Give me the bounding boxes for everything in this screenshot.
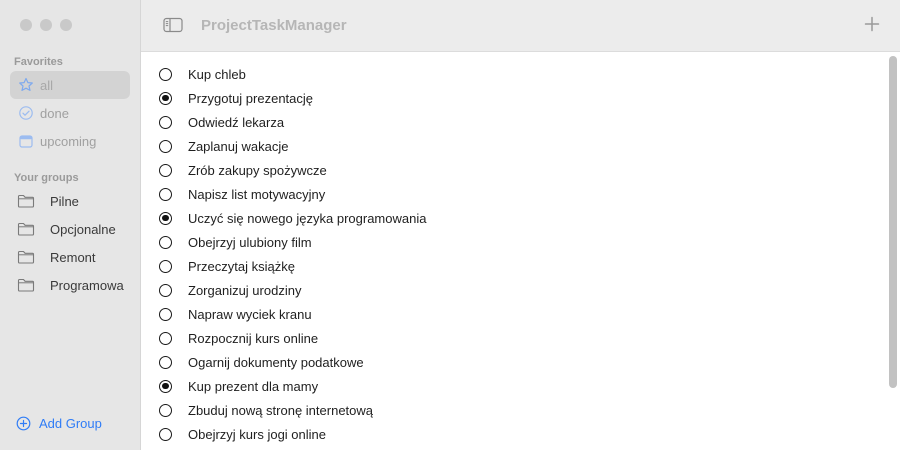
task-radio[interactable]	[159, 427, 172, 441]
task-label: Ogarnij dokumenty podatkowe	[188, 354, 364, 370]
vertical-scrollbar[interactable]	[889, 56, 897, 388]
toolbar: ProjectTaskManager	[141, 0, 900, 52]
plus-icon	[864, 16, 880, 32]
sidebar-item-upcoming[interactable]: upcoming	[10, 127, 130, 155]
task-label: Obejrzyj kurs jogi online	[188, 426, 327, 442]
task-radio[interactable]	[159, 67, 172, 81]
task-radio[interactable]	[159, 331, 172, 345]
favorites-title: Favorites	[14, 56, 63, 68]
task-label: Kup chleb	[188, 66, 246, 82]
task-row[interactable]: Zorganizuj urodziny	[159, 280, 301, 300]
task-row[interactable]: Uczyć się nowego języka programowania	[159, 208, 426, 228]
sidebar-item-all[interactable]: all	[10, 71, 130, 99]
calendar-icon	[18, 133, 34, 149]
task-radio[interactable]	[159, 211, 172, 225]
task-label: Napisz list motywacyjny	[188, 186, 326, 202]
app-window: Favorites all done upcoming Your groups	[0, 0, 900, 450]
task-row[interactable]: Kup prezent dla mamy	[159, 376, 318, 396]
task-radio[interactable]	[159, 307, 172, 321]
task-row[interactable]: Kup chleb	[159, 64, 246, 84]
sidebar-group-pilne[interactable]: Pilne	[10, 187, 135, 215]
task-radio[interactable]	[159, 115, 172, 129]
task-row[interactable]: Obejrzyj kurs jogi online	[159, 424, 326, 444]
task-label: Zaplanuj wakacje	[188, 138, 289, 154]
sidebar-group-opcjonalne[interactable]: Opcjonalne	[10, 215, 135, 243]
task-radio[interactable]	[159, 139, 172, 153]
task-radio[interactable]	[159, 187, 172, 201]
task-radio[interactable]	[159, 259, 172, 273]
sidebar-item-label: all	[40, 77, 54, 93]
task-label: Przeczytaj książkę	[188, 258, 295, 274]
task-label: Napraw wyciek kranu	[188, 306, 312, 322]
task-label: Kup prezent dla mamy	[188, 378, 319, 394]
task-radio[interactable]	[159, 163, 172, 177]
group-label: Opcjonalne	[50, 221, 116, 237]
task-label: Zorganizuj urodziny	[188, 282, 302, 298]
page-title: ProjectTaskManager	[201, 17, 347, 34]
task-radio[interactable]	[159, 91, 172, 105]
group-label: Pilne	[50, 193, 79, 209]
task-row[interactable]: Zrób zakupy spożywcze	[159, 160, 327, 180]
task-label: Uczyć się nowego języka programowania	[188, 210, 427, 226]
task-label: Rozpocznij kurs online	[188, 330, 319, 346]
folder-icon	[17, 222, 35, 236]
task-row[interactable]: Napisz list motywacyjny	[159, 184, 325, 204]
task-row[interactable]: Odwiedź lekarza	[159, 112, 284, 132]
task-radio[interactable]	[159, 403, 172, 417]
sidebar-group-programowa[interactable]: Programowa	[10, 271, 135, 299]
add-group-button[interactable]: Add Group	[16, 416, 102, 431]
zoom-window-button[interactable]	[60, 19, 72, 31]
task-label: Obejrzyj ulubiony film	[188, 234, 312, 250]
task-row[interactable]: Napraw wyciek kranu	[159, 304, 312, 324]
folder-icon	[17, 278, 35, 292]
sidebar-toggle-icon[interactable]	[163, 17, 183, 33]
folder-icon	[17, 250, 35, 264]
task-list: Kup chleb Przygotuj prezentację Odwiedź …	[141, 52, 900, 450]
add-task-button[interactable]	[864, 16, 880, 32]
folder-icon	[17, 194, 35, 208]
task-label: Przygotuj prezentację	[188, 90, 314, 106]
task-row[interactable]: Zaplanuj wakacje	[159, 136, 288, 156]
task-radio[interactable]	[159, 379, 172, 393]
group-label: Remont	[50, 249, 96, 265]
task-label: Odwiedź lekarza	[188, 114, 285, 130]
task-row[interactable]: Ogarnij dokumenty podatkowe	[159, 352, 364, 372]
task-radio[interactable]	[159, 355, 172, 369]
sidebar-group-remont[interactable]: Remont	[10, 243, 135, 271]
checkmark-circle-icon	[18, 105, 34, 121]
close-window-button[interactable]	[20, 19, 32, 31]
task-label: Zbuduj nową stronę internetową	[188, 402, 374, 418]
groups-title: Your groups	[14, 172, 79, 184]
sidebar: Favorites all done upcoming Your groups	[0, 0, 141, 450]
group-label: Programowa	[50, 277, 124, 293]
task-row[interactable]: Zbuduj nową stronę internetową	[159, 400, 373, 420]
task-radio[interactable]	[159, 235, 172, 249]
task-row[interactable]: Rozpocznij kurs online	[159, 328, 318, 348]
task-row[interactable]: Przygotuj prezentację	[159, 88, 313, 108]
sidebar-item-label: upcoming	[40, 133, 97, 149]
star-icon	[18, 77, 34, 93]
plus-circle-icon	[16, 416, 31, 431]
window-controls	[20, 19, 72, 31]
task-radio[interactable]	[159, 283, 172, 297]
sidebar-item-done[interactable]: done	[10, 99, 130, 127]
task-row[interactable]: Przeczytaj książkę	[159, 256, 295, 276]
add-group-label: Add Group	[39, 416, 102, 431]
task-row[interactable]: Obejrzyj ulubiony film	[159, 232, 312, 252]
minimize-window-button[interactable]	[40, 19, 52, 31]
task-label: Zrób zakupy spożywcze	[188, 162, 327, 178]
sidebar-item-label: done	[40, 105, 69, 121]
